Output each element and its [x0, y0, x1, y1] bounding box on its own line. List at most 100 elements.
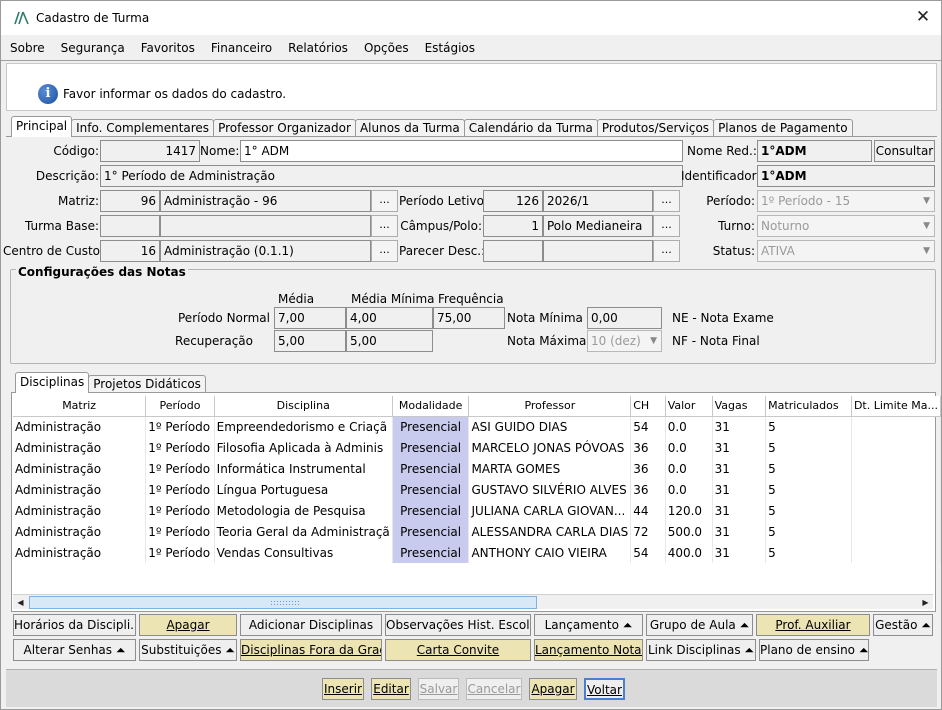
scroll-left-icon[interactable]: ◀	[14, 596, 27, 609]
periodo-letivo-search-button[interactable]: ...	[653, 190, 680, 212]
apagar-button[interactable]: Apagar	[529, 678, 577, 700]
col-header-professor[interactable]: Professor	[468, 396, 632, 417]
table-row[interactable]: Administração 1º Período Metodologia de Pe…	[13, 500, 942, 521]
pn-media-minima-field[interactable]: 4,00	[346, 307, 433, 329]
cell-modalidade: Presencial	[392, 437, 470, 458]
table-row[interactable]: Administração 1º Período Língua Portuguesa…	[13, 479, 942, 500]
editar-button[interactable]: Editar	[371, 678, 411, 700]
periodo-label: Período:	[706, 194, 755, 208]
cancelar-button[interactable]: Cancelar	[466, 678, 522, 700]
cell-vagas: 31	[712, 500, 767, 521]
rec-media-field[interactable]: 5,00	[274, 330, 346, 352]
menu-sobre[interactable]: Sobre	[10, 41, 45, 55]
parecer-code-field[interactable]	[483, 240, 543, 262]
campus-name-field[interactable]: Polo Medianeira	[543, 215, 653, 237]
periodo-letivo-code-field[interactable]: 126	[483, 190, 543, 212]
table-row[interactable]: Administração 1º Período Empreendedorismo …	[13, 416, 942, 437]
col-header-dt-limite[interactable]: Dt. Limite Ma...	[851, 396, 942, 417]
table-row[interactable]: Administração 1º Período Filosofia Aplicad…	[13, 437, 942, 458]
rec-media-minima-field[interactable]: 5,00	[346, 330, 433, 352]
periodo-select[interactable]: 1º Período - 15 ▼	[757, 190, 935, 212]
menu-seguranca[interactable]: Segurança	[61, 41, 125, 55]
table-row[interactable]: Administração 1º Período Informática Instr…	[13, 458, 942, 479]
horizontal-scrollbar[interactable]: ◀ ▶	[13, 594, 933, 609]
cell-disciplina: Filosofia Aplicada à Adminis	[214, 437, 393, 458]
scroll-right-icon[interactable]: ▶	[919, 596, 932, 609]
scrollbar-thumb[interactable]	[29, 596, 537, 609]
nota-maxima-select[interactable]: 10 (dez) ▼	[587, 330, 662, 352]
tab-alunos-da-turma[interactable]: Alunos da Turma	[354, 119, 465, 137]
tab-calendario-da-turma[interactable]: Calendário da Turma	[463, 119, 598, 137]
centro-custo-code-field[interactable]: 16	[100, 240, 160, 262]
plano-de-ensino-dropdown-button[interactable]: Plano de ensino ⏶	[759, 639, 869, 661]
periodo-value: 1º Período - 15	[761, 194, 851, 208]
tab-projetos-didaticos[interactable]: Projetos Didáticos	[88, 375, 206, 393]
lancamento-dropdown-button[interactable]: Lançamento ⏶	[534, 614, 643, 636]
col-header-valor[interactable]: Valor	[665, 396, 713, 417]
table-row[interactable]: Administração 1º Período Teoria Geral da A…	[13, 521, 942, 542]
cell-ch: 36	[630, 437, 666, 458]
col-header-matriculados[interactable]: Matriculados	[765, 396, 852, 417]
col-header-disciplina[interactable]: Disciplina	[214, 396, 393, 417]
menu-relatorios[interactable]: Relatórios	[288, 41, 348, 55]
substituicoes-dropdown-button[interactable]: Substituições ⏶	[139, 639, 237, 661]
col-header-ch[interactable]: CH	[630, 396, 666, 417]
col-header-modalidade[interactable]: Modalidade	[392, 396, 470, 417]
matriz-search-button[interactable]: ...	[371, 190, 398, 212]
pn-frequencia-field[interactable]: 75,00	[433, 307, 505, 329]
identificador-field[interactable]: 1°ADM	[757, 165, 935, 187]
centro-custo-search-button[interactable]: ...	[371, 240, 398, 262]
parecer-name-field[interactable]	[543, 240, 653, 262]
campus-search-button[interactable]: ...	[653, 215, 680, 237]
carta-convite-button[interactable]: Carta Convite	[385, 639, 531, 661]
turma-base-code-field[interactable]	[100, 215, 160, 237]
col-header-periodo[interactable]: Período	[145, 396, 215, 417]
inserir-button[interactable]: Inserir	[322, 678, 364, 700]
menu-estagios[interactable]: Estágios	[425, 41, 475, 55]
descricao-field[interactable]: 1° Período de Administração	[100, 165, 683, 187]
pn-media-field[interactable]: 7,00	[274, 307, 346, 329]
disciplinas-fora-grade-button[interactable]: Disciplinas Fora da Grade	[240, 639, 382, 661]
salvar-button[interactable]: Salvar	[418, 678, 459, 700]
col-header-vagas[interactable]: Vagas	[712, 396, 767, 417]
matriz-name-field[interactable]: Administração - 96	[160, 190, 371, 212]
parecer-search-button[interactable]: ...	[653, 240, 680, 262]
col-header-matriz[interactable]: Matriz	[13, 396, 147, 417]
matriz-code-field[interactable]: 96	[100, 190, 160, 212]
horarios-disciplina-button[interactable]: Horários da Discipli...	[13, 614, 136, 636]
campus-code-field[interactable]: 1	[483, 215, 543, 237]
turma-base-search-button[interactable]: ...	[371, 215, 398, 237]
tab-disciplinas[interactable]: Disciplinas	[15, 372, 90, 393]
close-icon[interactable]: ✕	[913, 7, 933, 27]
centro-custo-name-field[interactable]: Administração (0.1.1)	[160, 240, 371, 262]
tab-produtos-servicos[interactable]: Produtos/Serviços	[596, 119, 715, 137]
nota-maxima-value: 10 (dez)	[591, 334, 641, 348]
voltar-button[interactable]: Voltar	[584, 678, 625, 700]
table-row[interactable]: Administração 1º Período Vendas Consultiva…	[13, 542, 942, 563]
nome-red-field[interactable]: 1°ADM	[757, 140, 872, 162]
alterar-senhas-dropdown-button[interactable]: Alterar Senhas ⏶	[13, 639, 136, 661]
gestao-dropdown-button[interactable]: Gestão ⏶	[873, 614, 933, 636]
adicionar-disciplinas-button[interactable]: Adicionar Disciplinas	[240, 614, 382, 636]
nota-minima-field[interactable]: 0,00	[587, 307, 662, 329]
prof-auxiliar-button[interactable]: Prof. Auxiliar	[756, 614, 870, 636]
periodo-letivo-name-field[interactable]: 2026/1	[543, 190, 653, 212]
menu-opcoes[interactable]: Opções	[364, 41, 409, 55]
link-disciplinas-dropdown-button[interactable]: Link Disciplinas ⏶	[646, 639, 756, 661]
apagar-disciplina-button[interactable]: Apagar	[139, 614, 237, 636]
consultar-button[interactable]: Consultar	[874, 140, 935, 162]
menu-favoritos[interactable]: Favoritos	[141, 41, 195, 55]
turno-select[interactable]: Noturno ▼	[757, 215, 935, 237]
grupo-de-aula-dropdown-button[interactable]: Grupo de Aula ⏶	[646, 614, 753, 636]
nome-field[interactable]: 1° ADM	[240, 140, 683, 162]
menu-financeiro[interactable]: Financeiro	[211, 41, 272, 55]
tab-planos-de-pagamento[interactable]: Planos de Pagamento	[713, 119, 853, 137]
tab-info-complementares[interactable]: Info. Complementares	[71, 119, 215, 137]
tab-principal[interactable]: Principal	[11, 116, 73, 137]
status-select[interactable]: ATIVA ▼	[757, 240, 935, 262]
codigo-field[interactable]: 1417	[100, 140, 200, 162]
lancamento-notas-button[interactable]: Lançamento Notas	[534, 639, 643, 661]
observacoes-hist-escolar-button[interactable]: Observações Hist. Escolar	[385, 614, 531, 636]
turma-base-name-field[interactable]	[160, 215, 371, 237]
tab-professor-organizador[interactable]: Professor Organizador	[213, 119, 356, 137]
